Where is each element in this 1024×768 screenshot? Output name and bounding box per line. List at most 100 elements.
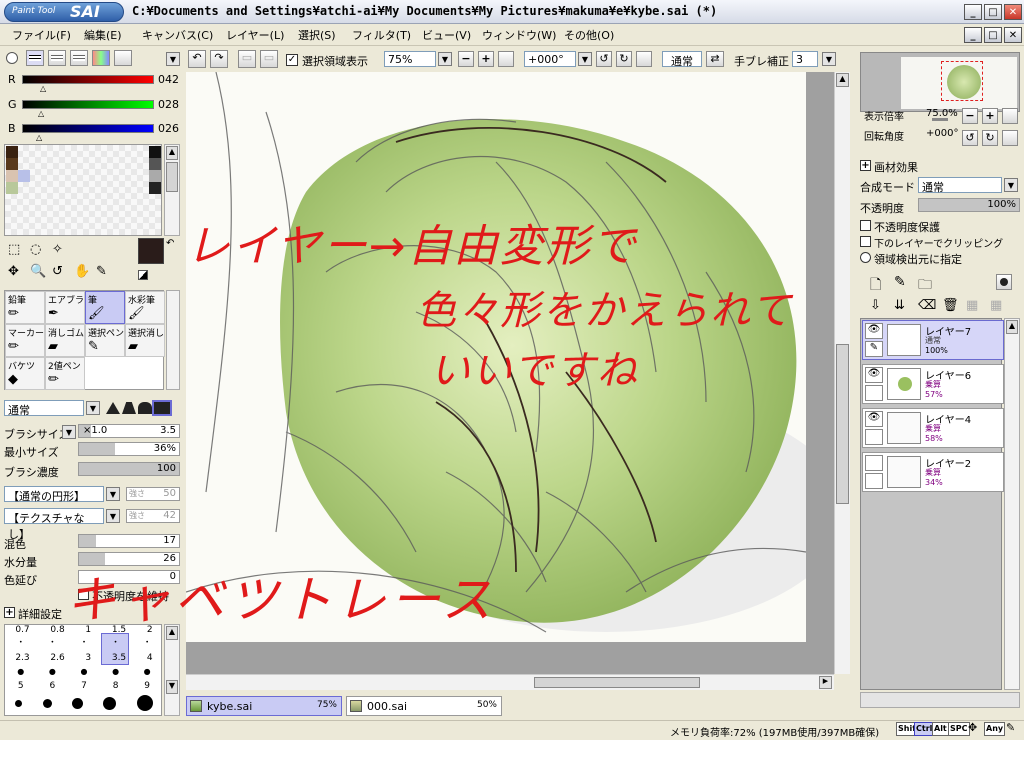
size-preset[interactable]: 5	[18, 681, 24, 691]
nav-zoom-in-button[interactable]: +	[982, 108, 998, 124]
eyedropper-icon[interactable]: ✎	[96, 264, 107, 279]
tool-bucket[interactable]: バケツ ◆	[5, 357, 45, 390]
tool-watercolor[interactable]: 水彩筆 🖌	[125, 291, 165, 324]
size-preset[interactable]: 3.5	[112, 653, 126, 663]
hsv-slider-icon[interactable]	[48, 50, 66, 66]
redo-icon[interactable]: ↷	[210, 50, 228, 68]
preset-scrollbar[interactable]: ▲ ▼	[164, 624, 180, 716]
rotation-select[interactable]: +000°	[524, 51, 576, 67]
size-preset[interactable]: 6	[50, 681, 56, 691]
swatch-grid[interactable]	[4, 144, 162, 236]
new-linework-layer-icon[interactable]: ✎	[894, 274, 906, 290]
clear-layer-icon[interactable]: ⌫	[918, 298, 936, 313]
show-selection-checkbox[interactable]: ✓	[286, 54, 298, 66]
layer-item[interactable]: レイヤー2 乗算 34%	[862, 452, 1004, 492]
brush-texture-dropdown[interactable]: ▼	[106, 509, 120, 523]
layer-hscrollbar[interactable]	[860, 692, 1020, 708]
menu-other[interactable]: その他(O)	[564, 27, 614, 43]
new-layer-icon[interactable]: 🗋	[870, 274, 881, 298]
close-button[interactable]: ✕	[1004, 4, 1022, 20]
tab-000[interactable]: 000.sai 50%	[346, 696, 502, 716]
color-panel-menu[interactable]: ▼	[166, 52, 180, 66]
size-preset[interactable]: 2.3	[15, 653, 29, 663]
nav-zoom-out-button[interactable]: −	[962, 108, 978, 124]
r-slider-handle[interactable]: △	[40, 84, 46, 93]
lock-box[interactable]	[865, 429, 883, 445]
brush-shape-select[interactable]: 【通常の円形】	[4, 486, 104, 503]
tool-select-pen[interactable]: 選択ペン ✎	[85, 324, 125, 357]
menu-view[interactable]: ビュー(V)	[422, 27, 471, 43]
canvas-document[interactable]: レイヤー→自由変形で 色々形をかえられて いいですね	[186, 72, 834, 642]
layer-op-icon[interactable]: ▦	[966, 298, 978, 313]
tool-brush[interactable]: 筆 🖌	[85, 291, 125, 324]
menu-layer[interactable]: レイヤー(L)	[226, 27, 284, 43]
zoom-reset-button[interactable]	[498, 51, 514, 67]
primary-color[interactable]	[138, 238, 164, 264]
g-slider[interactable]	[22, 100, 154, 109]
reset-color-icon[interactable]	[138, 270, 148, 280]
menu-edit[interactable]: 編集(E)	[84, 27, 122, 43]
lock-box[interactable]	[865, 385, 883, 401]
shape-strength-slider[interactable]: 強さ 50	[126, 487, 180, 501]
undo-icon[interactable]: ↶	[188, 50, 206, 68]
stabilizer-dropdown[interactable]: ▼	[822, 52, 836, 66]
detail-expand-icon[interactable]: +	[4, 607, 15, 618]
canvas-vscrollbar[interactable]: ▲	[834, 72, 850, 674]
layer-item[interactable]: 👁 ✎ レイヤー7 通常 100%	[862, 320, 1004, 360]
flip-icon[interactable]: ⇄	[706, 51, 724, 67]
doc-restore-button[interactable]: □	[984, 27, 1002, 43]
brush-texture-select[interactable]: 【テクスチャなし】	[4, 508, 104, 541]
blend-mode-dropdown[interactable]: ▼	[1004, 178, 1018, 192]
b-slider[interactable]	[22, 124, 154, 133]
menu-file[interactable]: ファイル(F)	[12, 27, 71, 43]
zoom-out-button[interactable]: −	[458, 51, 474, 67]
brush-shape-dropdown[interactable]: ▼	[106, 487, 120, 501]
brush-size-slider[interactable]: ×1.0 3.5	[78, 424, 180, 438]
size-preset[interactable]: 3	[85, 653, 91, 663]
brush-size-presets[interactable]: 0.7 0.8 1 1.5 2 • • • • • 2.3 2.6 3 3.5 4 ● ● ● ● ● 5678…	[4, 624, 162, 716]
layer-item[interactable]: 👁 レイヤー6 乗算 57%	[862, 364, 1004, 404]
rgb-slider-icon[interactable]	[26, 50, 44, 66]
brush-edge-shapes[interactable]	[106, 400, 180, 416]
tool-binary-pen[interactable]: 2値ペン ✏	[45, 357, 85, 390]
nav-rotate-left-icon[interactable]: ↺	[962, 130, 978, 146]
tool-eraser[interactable]: 消しゴム ▰	[45, 324, 85, 357]
layer-scrollbar[interactable]: ▲	[1004, 318, 1020, 690]
hand-icon[interactable]: ✋	[74, 264, 90, 279]
visibility-box[interactable]	[865, 455, 883, 471]
b-slider-handle[interactable]: △	[36, 133, 42, 142]
delete-layer-icon[interactable]: 🗑	[942, 298, 959, 313]
display-mode-select[interactable]: 通常	[662, 51, 702, 68]
rotate-reset-button[interactable]	[636, 51, 652, 67]
rect-select-icon[interactable]: ⬚	[8, 242, 20, 257]
size-preset[interactable]: 0.8	[50, 625, 64, 635]
navigator-preview[interactable]	[860, 52, 1020, 112]
layer-item[interactable]: 👁 レイヤー4 乗算 58%	[862, 408, 1004, 448]
menu-canvas[interactable]: キャンバス(C)	[142, 27, 213, 43]
tool-select-eraser[interactable]: 選択消し ▰	[125, 324, 165, 357]
nav-rotate-reset-button[interactable]	[1002, 130, 1018, 146]
texture-strength-slider[interactable]: 強さ 42	[126, 509, 180, 523]
invert-select-icon[interactable]: ▭	[260, 50, 278, 68]
swatch-list-icon[interactable]	[70, 50, 88, 66]
minimize-button[interactable]: _	[964, 4, 982, 20]
move-icon[interactable]: ✥	[8, 264, 19, 279]
brush-mode-dropdown[interactable]: ▼	[86, 401, 100, 415]
color-palette-icon[interactable]	[92, 50, 110, 66]
tool-airbrush[interactable]: エアブラシ✒	[45, 291, 85, 324]
color-wheel-icon[interactable]	[6, 52, 18, 64]
tool-scrollbar[interactable]	[166, 290, 180, 390]
size-preset[interactable]: 2.6	[50, 653, 64, 663]
doc-minimize-button[interactable]: _	[964, 27, 982, 43]
nav-rotate-right-icon[interactable]: ↻	[982, 130, 998, 146]
merge-down-icon[interactable]: ⇊	[894, 298, 905, 313]
tool-pencil[interactable]: 鉛筆 ✏	[5, 291, 45, 324]
magic-wand-icon[interactable]: ✧	[52, 242, 63, 257]
size-preset[interactable]: 0.7	[15, 625, 29, 635]
deselect-icon[interactable]: ▭	[238, 50, 256, 68]
nav-zoom-reset-button[interactable]	[1002, 108, 1018, 124]
eye-icon[interactable]: 👁	[865, 323, 883, 339]
layer-op-icon[interactable]: ▦	[990, 298, 1002, 313]
mask-icon[interactable]	[996, 274, 1012, 290]
zoom-dropdown[interactable]: ▼	[438, 52, 452, 66]
